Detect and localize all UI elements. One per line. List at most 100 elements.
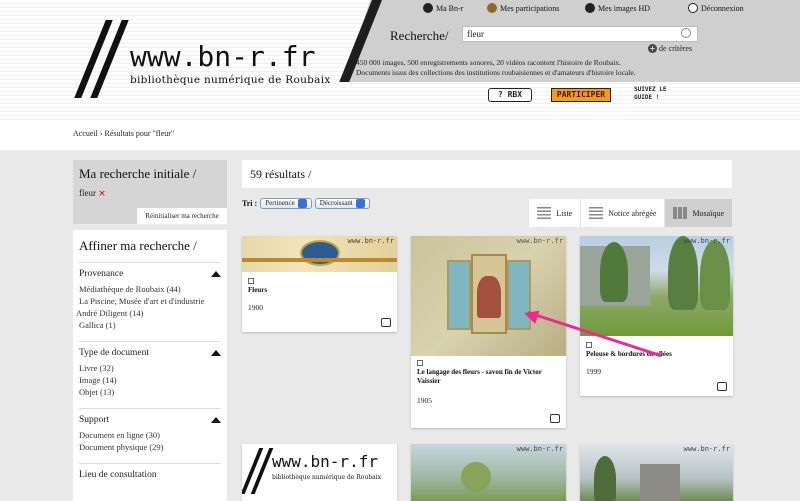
card-watermark: www.bn-r.fr bbox=[683, 445, 730, 453]
facet-item[interactable]: La Piscine, Musée d'art et d'industrie bbox=[79, 295, 221, 307]
card-thumbnail[interactable]: www.bn-r.fr bbox=[580, 444, 733, 501]
select-arrow-icon bbox=[355, 199, 365, 208]
initial-search-term: fleur × bbox=[79, 188, 106, 199]
card-checkbox[interactable] bbox=[417, 360, 423, 366]
card-image-band bbox=[242, 258, 397, 262]
card-watermark: www.bn-r.fr bbox=[516, 237, 563, 245]
card-logo-subtitle: bibliothèque numérique de Roubaix bbox=[272, 474, 381, 481]
card-image-medallion bbox=[300, 240, 340, 266]
participation-icon bbox=[487, 3, 497, 13]
result-card[interactable]: www.bn-r.fr Le langage des fleurs - savo… bbox=[411, 236, 566, 428]
image-type-icon bbox=[717, 382, 727, 391]
card-image-tree bbox=[461, 462, 491, 492]
card-image-tree bbox=[600, 242, 628, 302]
card-image-tree bbox=[668, 236, 698, 310]
card-thumbnail-logo[interactable]: www.bn-r.fr bibliothèque numérique de Ro… bbox=[242, 444, 397, 501]
facet-toggle[interactable]: Type de document bbox=[79, 348, 221, 358]
refine-panel: Affiner ma recherche / Provenance Médiat… bbox=[73, 230, 227, 501]
logo-subtitle: bibliothèque numérique de Roubaix bbox=[130, 74, 331, 86]
facet-item[interactable]: Médiathèque de Roubaix (44) bbox=[79, 283, 221, 295]
facet-item[interactable]: Document physique (29) bbox=[79, 441, 221, 453]
sort-controls: Tri : Pertinence Décroissant bbox=[242, 198, 370, 209]
nav-images-hd[interactable]: Mes images HD bbox=[585, 3, 650, 13]
result-card[interactable]: www.bn-r.fr bbox=[411, 444, 566, 501]
facet-item[interactable]: Livre (32) bbox=[79, 362, 221, 374]
card-thumbnail[interactable]: www.bn-r.fr bbox=[580, 236, 733, 336]
refine-title: Affiner ma recherche / bbox=[79, 238, 197, 253]
facet-item[interactable]: Objet (13) bbox=[79, 386, 221, 398]
facet-provenance: Provenance Médiathèque de Roubaix (44) L… bbox=[76, 262, 221, 331]
facet-lieu-consultation: Lieu de consultation bbox=[79, 463, 221, 480]
card-watermark: www.bn-r.fr bbox=[516, 445, 563, 453]
user-icon bbox=[423, 3, 433, 13]
caret-up-icon bbox=[211, 271, 221, 277]
sidebar: Ma recherche initiale / fleur × Réinitia… bbox=[73, 160, 227, 501]
result-card[interactable]: www.bn-r.fr Pelouse & bordures en allées… bbox=[580, 236, 733, 396]
facet-type-document: Type de document Livre (32) Image (14) O… bbox=[79, 341, 221, 398]
nav-deconnexion[interactable]: Déconnexion bbox=[688, 3, 744, 13]
card-image-figures bbox=[477, 276, 501, 318]
card-year: 1999 bbox=[586, 367, 601, 376]
logo-url: www.bn-r.fr bbox=[130, 40, 316, 73]
guide-badge[interactable]: SUIVEZ LE GUIDE ! bbox=[634, 86, 684, 104]
nav-ma-bnr[interactable]: Ma Bn-r bbox=[423, 3, 463, 13]
image-hd-icon bbox=[585, 3, 595, 13]
nav-participations[interactable]: Mes participations bbox=[487, 3, 559, 13]
facet-item[interactable]: Document en ligne (30) bbox=[79, 429, 221, 441]
grid-icon bbox=[673, 207, 688, 219]
image-type-icon bbox=[550, 414, 560, 423]
caret-up-icon bbox=[211, 350, 221, 356]
card-year: 1900 bbox=[248, 303, 263, 312]
card-image-building bbox=[640, 464, 680, 501]
card-watermark: www.bn-r.fr bbox=[347, 237, 394, 245]
rbx-badge[interactable]: ? RBX bbox=[488, 88, 532, 102]
view-notice-abregee[interactable]: Notice abrégée bbox=[580, 199, 665, 227]
breadcrumb[interactable]: Accueil › Résultats pour "fleur" bbox=[73, 129, 174, 138]
initial-search-box: Ma recherche initiale / fleur × Réinitia… bbox=[73, 160, 227, 224]
card-image-tree bbox=[594, 456, 616, 501]
view-liste[interactable]: Liste bbox=[528, 199, 581, 227]
card-checkbox[interactable] bbox=[248, 278, 254, 284]
more-criteria-link[interactable]: + de critères bbox=[648, 44, 692, 53]
card-checkbox[interactable] bbox=[586, 342, 592, 348]
card-year: 1905 bbox=[417, 396, 432, 405]
card-thumbnail[interactable]: www.bn-r.fr bbox=[242, 236, 397, 272]
search-label: Recherche/ bbox=[390, 28, 449, 43]
facet-toggle[interactable]: Provenance bbox=[79, 269, 221, 279]
breadcrumb-bar: Accueil › Résultats pour "fleur" bbox=[0, 120, 800, 150]
card-thumbnail[interactable]: www.bn-r.fr bbox=[411, 444, 566, 501]
plus-icon: + bbox=[648, 44, 657, 53]
result-card[interactable]: www.bn-r.fr bbox=[580, 444, 733, 501]
facet-item[interactable]: Image (14) bbox=[79, 374, 221, 386]
remove-term-icon[interactable]: × bbox=[98, 189, 106, 199]
result-card[interactable]: www.bn-r.fr bibliothèque numérique de Ro… bbox=[242, 444, 397, 501]
participer-button[interactable]: PARTICIPER bbox=[551, 88, 611, 102]
card-logo-url: www.bn-r.fr bbox=[272, 452, 378, 471]
result-card[interactable]: www.bn-r.fr Fleurs 1900 bbox=[242, 236, 397, 332]
caret-up-icon bbox=[211, 417, 221, 423]
sort-order-select[interactable]: Décroissant bbox=[314, 198, 370, 209]
card-image-tree bbox=[700, 240, 730, 310]
facet-toggle[interactable]: Support bbox=[79, 415, 221, 425]
card-title[interactable]: Fleurs bbox=[242, 286, 397, 295]
site-header: www.bn-r.fr bibliothèque numérique de Ro… bbox=[0, 0, 800, 120]
select-arrow-icon bbox=[297, 199, 307, 208]
card-watermark: www.bn-r.fr bbox=[683, 237, 730, 245]
card-thumbnail[interactable]: www.bn-r.fr bbox=[411, 236, 566, 356]
view-switcher: Liste Notice abrégée Mosaïque bbox=[528, 199, 732, 227]
results-main: 59 résultats / Tri : Pertinence Décroiss… bbox=[242, 160, 732, 227]
sort-label: Tri : bbox=[242, 199, 258, 208]
search-input[interactable]: fleur bbox=[462, 26, 698, 42]
list-icon bbox=[537, 207, 552, 219]
logo-slash bbox=[250, 448, 274, 494]
sort-field-select[interactable]: Pertinence bbox=[260, 198, 312, 209]
reset-search-button[interactable]: Réinitialiser ma recherche bbox=[137, 208, 227, 224]
notice-icon bbox=[589, 207, 604, 219]
card-title[interactable]: Le langage des fleurs - savon fin de Vic… bbox=[411, 368, 566, 386]
view-mosaique[interactable]: Mosaïque bbox=[664, 199, 732, 227]
facet-toggle[interactable]: Lieu de consultation bbox=[79, 470, 221, 480]
site-logo[interactable]: www.bn-r.fr bibliothèque numérique de Ro… bbox=[74, 14, 360, 106]
search-icon[interactable] bbox=[681, 28, 691, 38]
facet-item[interactable]: André Diligent (14) bbox=[76, 307, 221, 319]
facet-item[interactable]: Gallica (1) bbox=[79, 319, 221, 331]
